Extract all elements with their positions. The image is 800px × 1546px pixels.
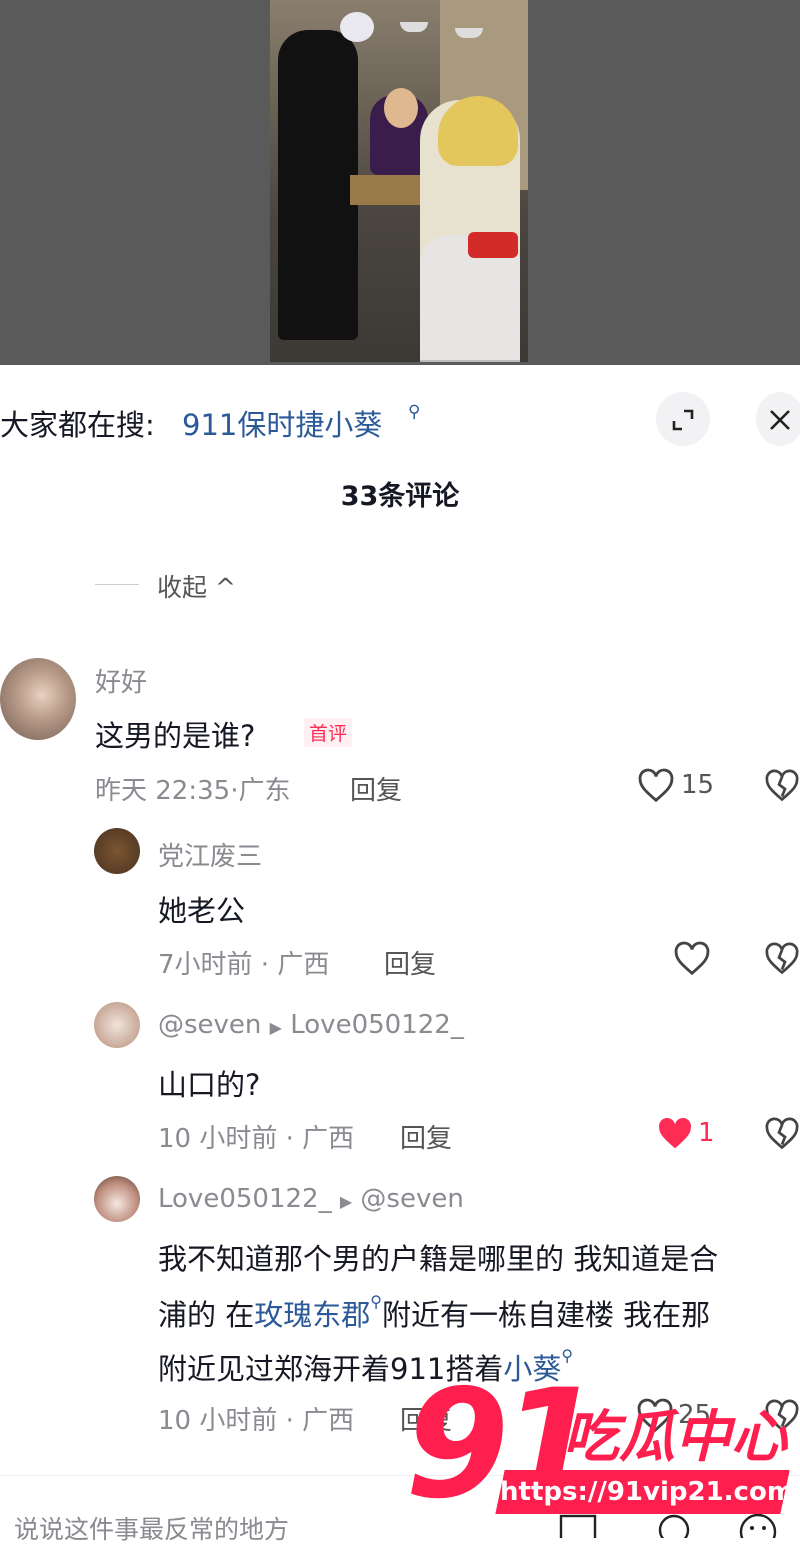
topic-link[interactable]: 玫瑰东郡	[254, 1298, 370, 1332]
close-button[interactable]	[756, 392, 800, 446]
dislike-icon[interactable]	[764, 768, 800, 804]
avatar[interactable]	[94, 1176, 140, 1222]
dislike-icon[interactable]	[764, 1116, 800, 1152]
comment-meta: 10 小时前 · 广西	[158, 1406, 355, 1436]
heart-icon[interactable]	[637, 768, 675, 804]
search-icon: ⚲	[370, 1292, 382, 1311]
close-icon	[770, 409, 790, 430]
avatar[interactable]	[94, 828, 140, 874]
watermark-name: 吃瓜中心	[563, 1405, 787, 1470]
reply-button[interactable]: 回复	[350, 770, 402, 807]
watermark-url-box: https://91vip21.com	[495, 1470, 794, 1514]
search-query-link[interactable]: 911保时捷小葵	[182, 402, 382, 444]
comment-meta: 10 小时前 · 广西	[158, 1124, 355, 1154]
comment-text: 山口的?	[158, 1068, 261, 1102]
first-comment-badge: 首评	[304, 718, 353, 747]
comment-username[interactable]: Love050122_ ▶ @seven	[158, 1184, 464, 1214]
collapse-button[interactable]: 收起 ^	[157, 568, 236, 604]
comment-text-line: 我不知道那个男的户籍是哪里的 我知道是合	[158, 1242, 719, 1276]
comments-count: 33条评论	[340, 481, 460, 512]
comment-username[interactable]: 党江废三	[158, 836, 262, 873]
search-icon: ⚲	[408, 402, 421, 422]
avatar[interactable]	[0, 658, 76, 740]
comment-text: 这男的是谁?	[95, 719, 256, 753]
watermark-url: https://91vip21.com	[500, 1477, 794, 1507]
reply-arrow-icon: ▶	[269, 1018, 282, 1037]
heart-icon[interactable]	[673, 941, 711, 977]
comment-input[interactable]: 说说这件事最反常的地方	[14, 1510, 289, 1546]
avatar[interactable]	[94, 1002, 140, 1048]
reply-button[interactable]: 回复	[384, 944, 436, 981]
reply-arrow-icon: ▶	[339, 1192, 353, 1211]
comment-meta: 昨天 22:35·广东	[95, 776, 291, 806]
expand-icon	[672, 409, 694, 430]
video-player[interactable]	[0, 0, 800, 365]
divider	[95, 584, 139, 585]
like-count: 1	[698, 1118, 715, 1148]
search-prefix: 大家都在搜:	[0, 408, 155, 442]
comment-text: 她老公	[158, 894, 246, 928]
like-count: 15	[681, 770, 715, 800]
expand-button[interactable]	[656, 392, 710, 446]
comment-username[interactable]: @seven ▶ Love050122_	[158, 1010, 464, 1040]
heart-filled-icon[interactable]	[656, 1116, 694, 1152]
comment-username[interactable]: 好好	[95, 662, 147, 699]
dislike-icon[interactable]	[764, 941, 800, 977]
comment-meta: 7小时前 · 广西	[158, 950, 330, 980]
reply-button[interactable]: 回复	[400, 1118, 452, 1155]
comment-text-line: 浦的 在玫瑰东郡⚲附近有一栋自建楼 我在那	[158, 1292, 711, 1332]
reply-to-username: @seven	[360, 1184, 464, 1214]
reply-to-username: Love050122_	[290, 1010, 464, 1040]
watermark-logo: 91 吃瓜中心 https://91vip21.com	[405, 1370, 800, 1538]
video-frame	[270, 0, 528, 362]
